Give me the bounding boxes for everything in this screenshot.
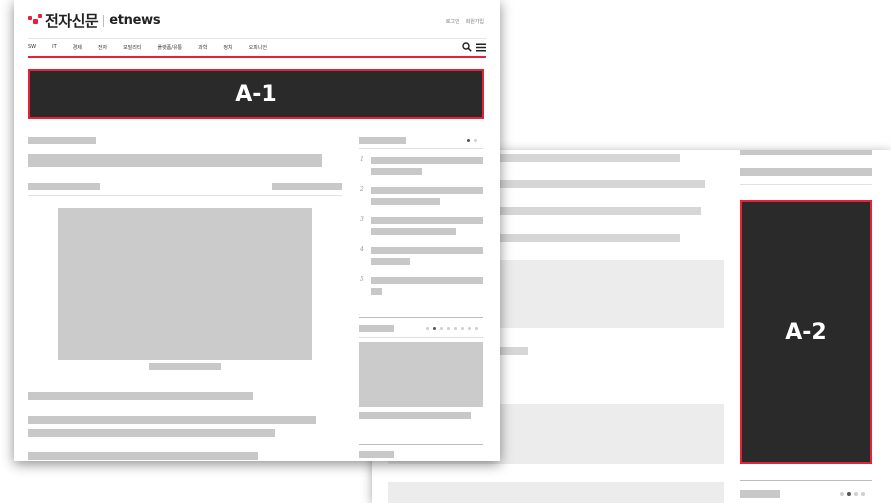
text-line bbox=[28, 429, 275, 437]
divider bbox=[359, 444, 483, 445]
carousel-dot[interactable] bbox=[861, 492, 865, 496]
login-link[interactable]: 로그인 bbox=[446, 18, 460, 25]
text-line bbox=[500, 347, 528, 355]
ad-slot-a2[interactable]: A-2 bbox=[740, 200, 872, 464]
article-headline bbox=[28, 154, 322, 167]
ranking-item[interactable] bbox=[371, 277, 483, 284]
nav-item-sw[interactable]: SW bbox=[28, 44, 36, 51]
nav-item-electronics[interactable]: 전자 bbox=[98, 44, 107, 51]
logo-separator bbox=[103, 14, 105, 27]
text-line bbox=[28, 392, 253, 400]
section-title bbox=[740, 490, 780, 498]
content-block bbox=[388, 482, 724, 503]
site-logo[interactable]: 전자신문 etnews bbox=[28, 10, 161, 31]
gallery-caption[interactable] bbox=[359, 412, 471, 419]
divider bbox=[740, 480, 872, 481]
ranking-item[interactable] bbox=[371, 228, 456, 235]
ranking-item[interactable] bbox=[371, 247, 483, 254]
ranking-item[interactable] bbox=[371, 187, 483, 194]
divider bbox=[28, 195, 342, 196]
ad-slot-label: A-1 bbox=[235, 81, 277, 107]
divider bbox=[359, 148, 483, 149]
header-links: 로그인 회원가입 bbox=[446, 18, 484, 25]
article-image bbox=[58, 208, 312, 360]
ranking-number: 5 bbox=[360, 276, 364, 283]
ranking-number: 1 bbox=[360, 156, 364, 163]
text-line bbox=[500, 207, 701, 215]
text-line bbox=[28, 416, 316, 424]
carousel-dot[interactable] bbox=[426, 327, 429, 330]
search-icon[interactable] bbox=[462, 42, 472, 52]
text-line bbox=[500, 180, 705, 188]
ranking-item[interactable] bbox=[371, 168, 422, 175]
carousel-dot[interactable] bbox=[840, 492, 844, 496]
text-line bbox=[500, 154, 680, 162]
carousel-dot[interactable] bbox=[854, 492, 858, 496]
logo-text-en: etnews bbox=[109, 13, 161, 28]
divider bbox=[359, 317, 483, 318]
carousel-dot[interactable] bbox=[475, 327, 478, 330]
ranking-item[interactable] bbox=[371, 258, 410, 265]
nav-item-science[interactable]: 과학 bbox=[198, 44, 207, 51]
ad-slot-a1[interactable]: A-1 bbox=[28, 69, 484, 119]
nav-item-politics[interactable]: 정치 bbox=[223, 44, 232, 51]
nav-item-economy[interactable]: 경제 bbox=[73, 44, 82, 51]
divider bbox=[359, 337, 483, 338]
ranking-item[interactable] bbox=[371, 198, 440, 205]
ranking-item[interactable] bbox=[371, 157, 483, 164]
sidebar-line bbox=[740, 150, 872, 155]
article-category bbox=[28, 137, 96, 144]
carousel-dot[interactable] bbox=[440, 327, 443, 330]
article-page: 전자신문 etnews 로그인 회원가입 SW IT 경제 전자 모빌리티 플랫… bbox=[14, 0, 500, 461]
text-line bbox=[28, 452, 258, 460]
ad-slot-label: A-2 bbox=[785, 319, 827, 345]
nav-item-mobility[interactable]: 모빌리티 bbox=[123, 44, 141, 51]
nav-item-opinion[interactable]: 오피니언 bbox=[249, 44, 267, 51]
ranking-item[interactable] bbox=[371, 288, 382, 295]
carousel-dot[interactable] bbox=[461, 327, 464, 330]
article-date bbox=[272, 183, 342, 190]
carousel-dot[interactable] bbox=[467, 139, 470, 142]
carousel-dot[interactable] bbox=[433, 327, 436, 330]
ranking-number: 2 bbox=[360, 186, 364, 193]
sidebar-line bbox=[740, 168, 872, 176]
nav-item-it[interactable]: IT bbox=[52, 44, 57, 51]
section-title bbox=[359, 451, 394, 458]
ranking-number: 3 bbox=[360, 216, 364, 223]
carousel-dot[interactable] bbox=[447, 327, 450, 330]
signup-link[interactable]: 회원가입 bbox=[466, 18, 484, 25]
carousel-dot[interactable] bbox=[474, 139, 477, 142]
carousel-dot[interactable] bbox=[454, 327, 457, 330]
logo-text-ko: 전자신문 bbox=[45, 12, 99, 30]
ranking-number: 4 bbox=[360, 246, 364, 253]
gallery-image[interactable] bbox=[359, 342, 483, 407]
ranking-item[interactable] bbox=[371, 217, 483, 224]
menu-icon[interactable] bbox=[476, 43, 486, 52]
divider bbox=[740, 184, 872, 185]
content-block bbox=[500, 260, 724, 328]
ranking-title bbox=[359, 137, 406, 144]
nav-tools bbox=[462, 42, 486, 52]
image-caption bbox=[149, 363, 221, 370]
logo-mark-icon bbox=[28, 13, 42, 28]
main-nav: SW IT 경제 전자 모빌리티 플랫폼/유통 과학 정치 오피니언 bbox=[28, 38, 486, 58]
carousel-dot[interactable] bbox=[468, 327, 471, 330]
gallery-title bbox=[359, 325, 394, 332]
text-line bbox=[500, 234, 680, 242]
nav-menu: SW IT 경제 전자 모빌리티 플랫폼/유통 과학 정치 오피니언 bbox=[28, 44, 283, 51]
article-byline bbox=[28, 183, 100, 190]
nav-item-platform[interactable]: 플랫폼/유통 bbox=[157, 44, 182, 51]
carousel-dot[interactable] bbox=[847, 492, 851, 496]
